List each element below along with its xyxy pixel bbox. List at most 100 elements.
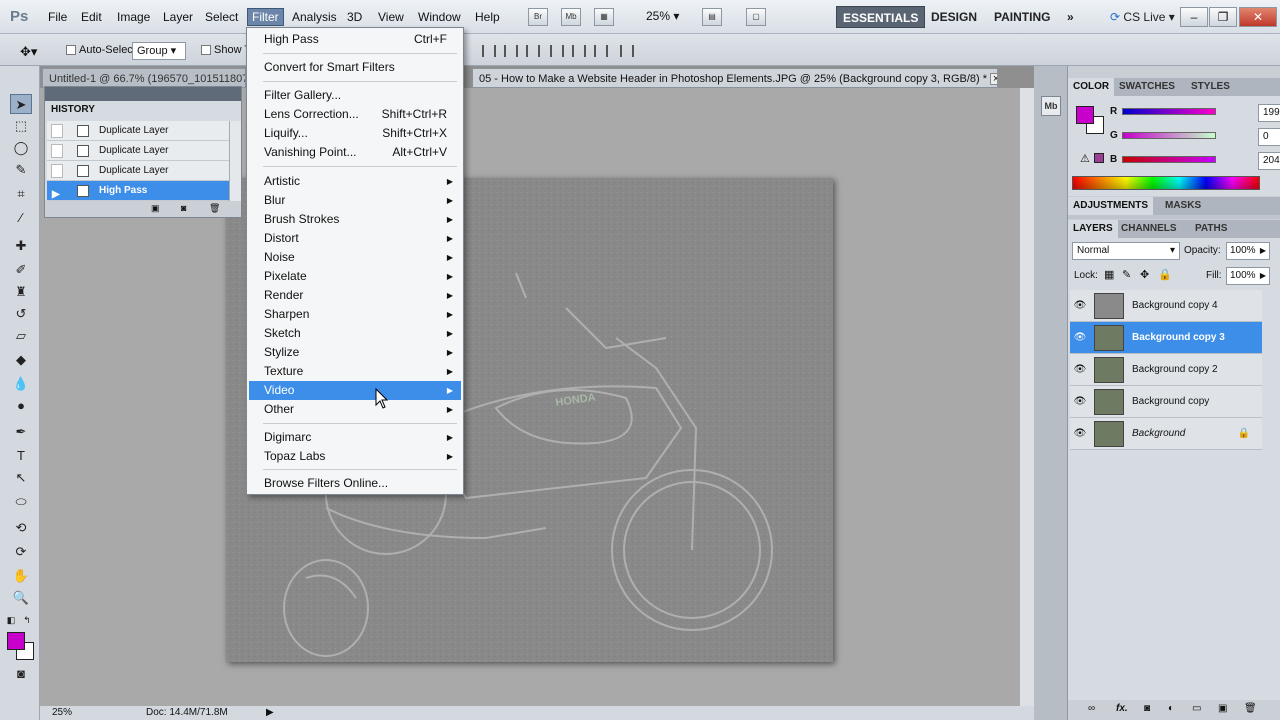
dodge-tool-icon[interactable]: ●	[10, 396, 32, 416]
auto-select-dropdown[interactable]: Group ▾	[132, 42, 186, 60]
tab-color[interactable]: COLOR	[1068, 78, 1115, 96]
filter-menu-item[interactable]: High Pass Ctrl+F	[249, 30, 461, 49]
menu-image[interactable]: Image	[113, 8, 154, 26]
auto-align-icon[interactable]	[620, 45, 634, 57]
menu-file[interactable]: File	[44, 8, 71, 26]
history-snapshot-box[interactable]	[51, 164, 63, 178]
eraser-tool-icon[interactable]: ▱	[10, 326, 32, 346]
align-icon[interactable]	[482, 45, 496, 57]
paint-bucket-icon[interactable]: ◆	[10, 350, 32, 370]
workspace-painting[interactable]: PAINTING	[988, 6, 1056, 28]
green-slider[interactable]	[1122, 132, 1216, 139]
status-doc-info[interactable]: Doc: 14.4M/71.8M	[146, 707, 228, 718]
zoom-dropdown[interactable]: 25% ▾	[646, 9, 679, 23]
blur-tool-icon[interactable]: 💧	[10, 374, 32, 394]
status-menu-arrow-icon[interactable]: ▶	[266, 707, 274, 718]
menu-select[interactable]: Select	[201, 8, 242, 26]
tab-masks[interactable]: MASKS	[1160, 197, 1206, 215]
tab-styles[interactable]: STYLES	[1186, 78, 1235, 96]
3d-rotate-icon[interactable]: ⟲	[10, 518, 32, 538]
filter-submenu-item-highlighted[interactable]: Video ▶	[249, 381, 461, 400]
history-brush-icon[interactable]: ↺	[10, 304, 32, 324]
quick-mask-icon[interactable]: ◙	[10, 664, 32, 684]
move-tool-icon[interactable]: ➤	[10, 94, 32, 114]
auto-select-checkbox[interactable]	[66, 45, 76, 55]
history-scrollbar[interactable]	[229, 121, 241, 201]
visibility-eye-icon[interactable]: 👁	[1072, 428, 1088, 440]
history-panel-header[interactable]	[45, 87, 241, 101]
arrange-documents-icon[interactable]: ▤	[702, 8, 722, 26]
zoom-tool-icon[interactable]: 🔍	[10, 588, 32, 608]
red-slider[interactable]	[1122, 108, 1216, 115]
eyedropper-tool-icon[interactable]: ⁄	[10, 208, 32, 228]
quick-select-tool-icon[interactable]: ✎	[10, 160, 32, 180]
filter-submenu-item[interactable]: Blur ▶	[249, 191, 461, 210]
filter-menu-item[interactable]: Browse Filters Online...	[249, 474, 461, 493]
document-tab-untitled[interactable]: Untitled-1 @ 66.7% (196570_1015118073	[42, 68, 246, 88]
red-value-field[interactable]: 199	[1258, 104, 1280, 122]
new-document-from-state-icon[interactable]: ▣	[151, 203, 160, 214]
gamut-warning-icon[interactable]: ⚠	[1080, 152, 1090, 165]
filter-submenu-item[interactable]: Texture ▶	[249, 362, 461, 381]
visibility-eye-icon[interactable]: 👁	[1072, 300, 1088, 312]
new-snapshot-icon[interactable]: ◙	[181, 203, 186, 213]
lock-image-icon[interactable]: ✎	[1122, 268, 1131, 281]
filter-submenu-item[interactable]: Digimarc ▶	[249, 428, 461, 447]
filter-menu-item[interactable]: Filter Gallery...	[249, 86, 461, 105]
path-selection-icon[interactable]: ↖	[10, 468, 32, 488]
hand-tool-icon[interactable]: ✋	[10, 566, 32, 586]
filter-submenu-item[interactable]: Brush Strokes ▶	[249, 210, 461, 229]
visibility-eye-icon[interactable]: 👁	[1072, 396, 1088, 408]
tab-swatches[interactable]: SWATCHES	[1114, 78, 1180, 96]
history-row[interactable]: Duplicate Layer	[47, 161, 229, 181]
history-row[interactable]: Duplicate Layer	[47, 121, 229, 141]
brush-tool-icon[interactable]: ✐	[10, 260, 32, 280]
filter-submenu-item[interactable]: Topaz Labs ▶	[249, 447, 461, 466]
pen-tool-icon[interactable]: ✒	[10, 422, 32, 442]
screen-mode-icon[interactable]: ▢	[746, 8, 766, 26]
menu-filter[interactable]: Filter	[247, 8, 284, 26]
bridge-icon[interactable]: Br	[528, 8, 548, 26]
visibility-eye-icon[interactable]: 👁	[1072, 332, 1088, 344]
distribute-icon[interactable]	[572, 45, 586, 57]
lock-transparency-icon[interactable]: ▦	[1104, 268, 1114, 281]
link-layers-icon[interactable]: ∞	[1088, 703, 1095, 714]
menu-help[interactable]: Help	[471, 8, 504, 26]
adjustment-layer-icon[interactable]: ◐	[1168, 703, 1174, 714]
green-value-field[interactable]: 0	[1258, 128, 1280, 146]
filter-menu-item[interactable]: Vanishing Point... Alt+Ctrl+V	[249, 143, 461, 162]
view-extras-icon[interactable]: ▦	[594, 8, 614, 26]
filter-menu-item[interactable]: Liquify... Shift+Ctrl+X	[249, 124, 461, 143]
layer-style-icon[interactable]: fx.	[1116, 703, 1128, 714]
opacity-field[interactable]: 100% ▶	[1226, 242, 1270, 260]
delete-state-icon[interactable]: 🗑	[209, 203, 220, 214]
filter-submenu-item[interactable]: Artistic ▶	[249, 172, 461, 191]
new-group-icon[interactable]: ▭	[1192, 703, 1201, 714]
healing-brush-icon[interactable]: ✚	[10, 236, 32, 256]
color-spectrum-bar[interactable]	[1072, 176, 1260, 190]
close-window-button[interactable]: ✕	[1239, 7, 1277, 27]
menu-window[interactable]: Window	[414, 8, 465, 26]
layer-row[interactable]: 👁 Background copy 4	[1070, 290, 1262, 322]
mini-bridge-icon[interactable]: Mb	[561, 8, 581, 26]
tab-layers[interactable]: LAYERS	[1068, 220, 1118, 238]
workspace-essentials[interactable]: ESSENTIALS	[836, 6, 926, 28]
workspace-design[interactable]: DESIGN	[925, 6, 983, 28]
menu-3d[interactable]: 3D	[343, 8, 366, 26]
lock-all-icon[interactable]: 🔒	[1158, 268, 1172, 281]
menu-edit[interactable]: Edit	[77, 8, 106, 26]
add-mask-icon[interactable]: ◙	[1144, 703, 1150, 714]
tab-adjustments[interactable]: ADJUSTMENTS	[1068, 197, 1154, 215]
filter-submenu-item[interactable]: Noise ▶	[249, 248, 461, 267]
filter-submenu-item[interactable]: Pixelate ▶	[249, 267, 461, 286]
filter-submenu-item[interactable]: Sketch ▶	[249, 324, 461, 343]
filter-submenu-item[interactable]: Sharpen ▶	[249, 305, 461, 324]
align-icon[interactable]	[504, 45, 518, 57]
marquee-tool-icon[interactable]: ⬚	[10, 116, 32, 136]
status-zoom[interactable]: 25%	[52, 707, 72, 718]
cs-live-button[interactable]: ⟳ CS Live ▾	[1104, 6, 1181, 28]
visibility-eye-icon[interactable]: 👁	[1072, 364, 1088, 376]
layer-row-selected[interactable]: 👁 Background copy 3	[1070, 322, 1262, 354]
clone-stamp-icon[interactable]: ♜	[10, 282, 32, 302]
vertical-scrollbar[interactable]	[1020, 88, 1034, 708]
